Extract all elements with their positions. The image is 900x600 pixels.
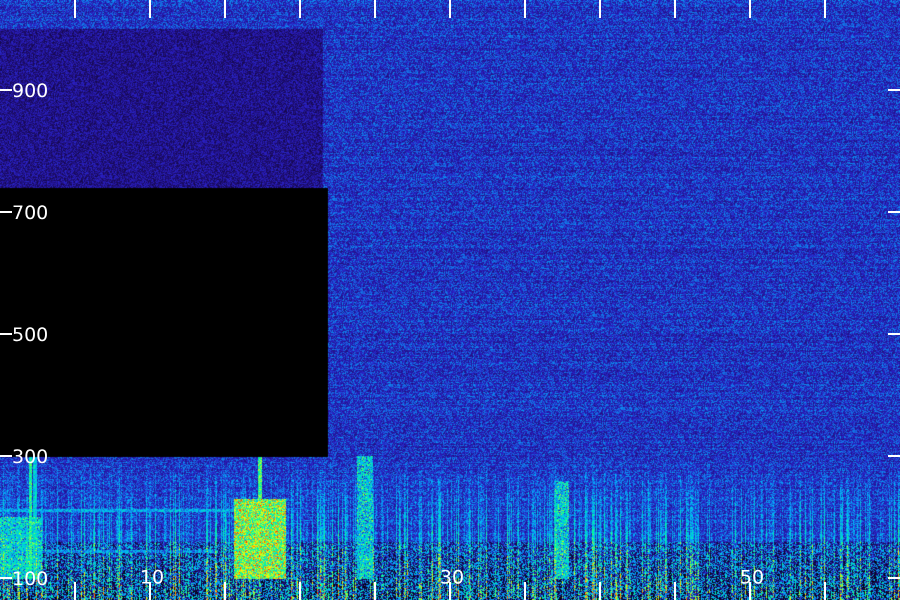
y-tick-label: 500 — [12, 324, 48, 346]
y-tick-label: 100 — [12, 568, 48, 590]
y-tick-label: 900 — [12, 80, 48, 102]
tick-labels: 100 300 500 700 900 10 30 50 — [12, 80, 764, 590]
x-tick-label: 30 — [440, 567, 464, 589]
y-tick-label: 300 — [12, 446, 48, 468]
tick-marks — [0, 0, 900, 600]
y-tick-label: 700 — [12, 202, 48, 224]
x-tick-label: 50 — [740, 567, 764, 589]
axes-overlay: 100 300 500 700 900 10 30 50 — [0, 0, 900, 600]
x-tick-label: 10 — [140, 567, 164, 589]
